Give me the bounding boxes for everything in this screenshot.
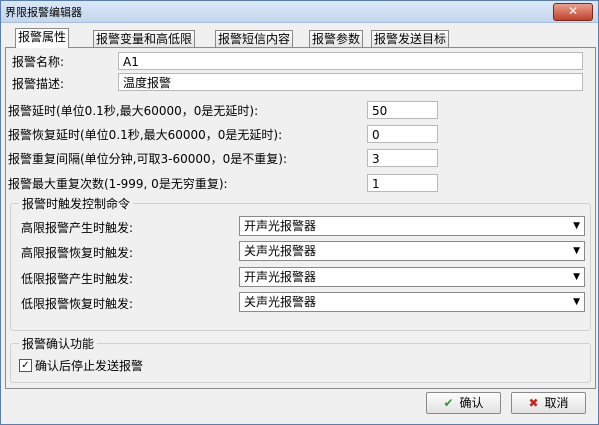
recover-delay-label: 报警恢复延时(单位0.1秒,最大60000，0是无延时):	[8, 128, 283, 142]
check-icon: ✔	[443, 396, 454, 410]
tab-alarm-variables[interactable]: 报警变量和高低限	[93, 30, 196, 47]
repeat-interval-label: 报警重复间隔(单位分钟,可取3-60000，0是不重复):	[8, 152, 287, 166]
name-label: 报警名称:	[12, 55, 65, 69]
select-value: 开声光报警器	[244, 219, 317, 233]
checkmark-icon: ✓	[21, 360, 30, 371]
window-title: 界限报警编辑器	[5, 6, 82, 19]
tab-label: 报警属性	[18, 30, 67, 44]
description-label: 报警描述:	[12, 77, 65, 91]
ok-label: 确认	[459, 396, 484, 410]
title-bar: 界限报警编辑器 ✕	[1, 1, 598, 23]
tab-label: 报警参数	[312, 32, 361, 46]
max-repeat-label: 报警最大重复次数(1-999, 0是无穷重复):	[8, 177, 228, 191]
trigger-command-group: 报警时触发控制命令 高限报警产生时触发: 开声光报警器 ▼ 高限报警恢复时触发:…	[10, 195, 591, 331]
cancel-button[interactable]: ✖ 取消	[511, 392, 586, 414]
high-alarm-trigger-select[interactable]: 开声光报警器 ▼	[239, 216, 585, 236]
high-recover-trigger-label: 高限报警恢复时触发:	[21, 246, 134, 260]
stop-after-confirm-label: 确认后停止发送报警	[35, 359, 144, 373]
cancel-label: 取消	[544, 396, 569, 410]
description-input[interactable]: 温度报警	[118, 73, 583, 91]
low-recover-trigger-select[interactable]: 关声光报警器 ▼	[239, 292, 585, 312]
low-alarm-trigger-label: 低限报警产生时触发:	[21, 272, 134, 286]
chevron-down-icon: ▼	[573, 272, 580, 282]
cross-icon: ✖	[528, 396, 539, 410]
ok-button[interactable]: ✔ 确认	[426, 392, 501, 414]
close-icon: ✕	[567, 4, 579, 18]
select-value: 开声光报警器	[244, 270, 317, 284]
confirm-function-group: 报警确认功能 ✓ 确认后停止发送报警	[10, 335, 591, 383]
close-button[interactable]: ✕	[553, 3, 593, 21]
chevron-down-icon: ▼	[573, 297, 580, 307]
confirm-group-title: 报警确认功能	[19, 335, 98, 352]
tab-label: 报警变量和高低限	[96, 32, 193, 46]
tab-sms-content[interactable]: 报警短信内容	[215, 30, 294, 47]
tab-bar: 报警属性 报警变量和高低限 报警短信内容 报警参数 报警发送目标	[7, 28, 595, 48]
low-recover-trigger-label: 低限报警恢复时触发:	[21, 297, 134, 311]
tab-alarm-properties[interactable]: 报警属性	[15, 28, 70, 48]
stop-after-confirm-checkbox[interactable]: ✓	[19, 359, 32, 372]
select-value: 关声光报警器	[244, 244, 317, 258]
delay-input[interactable]: 50	[367, 101, 438, 119]
trigger-group-title: 报警时触发控制命令	[19, 195, 134, 212]
alarm-editor-window: 界限报警编辑器 ✕ 报警属性 报警变量和高低限 报警短信内容 报警参数 报警发送…	[0, 0, 599, 425]
tab-alarm-params[interactable]: 报警参数	[309, 30, 364, 47]
delay-label: 报警延时(单位0.1秒,最大60000，0是无延时):	[8, 104, 259, 118]
chevron-down-icon: ▼	[573, 246, 580, 256]
recover-delay-input[interactable]: 0	[367, 125, 438, 143]
low-alarm-trigger-select[interactable]: 开声光报警器 ▼	[239, 267, 585, 287]
chevron-down-icon: ▼	[573, 221, 580, 231]
select-value: 关声光报警器	[244, 295, 317, 309]
tab-label: 报警短信内容	[218, 32, 291, 46]
high-recover-trigger-select[interactable]: 关声光报警器 ▼	[239, 241, 585, 261]
tab-label: 报警发送目标	[374, 32, 447, 46]
repeat-interval-input[interactable]: 3	[367, 149, 438, 167]
tab-send-targets[interactable]: 报警发送目标	[371, 30, 450, 47]
alarm-properties-panel: 报警名称: A1 报警描述: 温度报警 报警延时(单位0.1秒,最大60000，…	[5, 47, 596, 389]
max-repeat-input[interactable]: 1	[367, 174, 438, 192]
name-input[interactable]: A1	[118, 52, 583, 70]
high-alarm-trigger-label: 高限报警产生时触发:	[21, 221, 134, 235]
